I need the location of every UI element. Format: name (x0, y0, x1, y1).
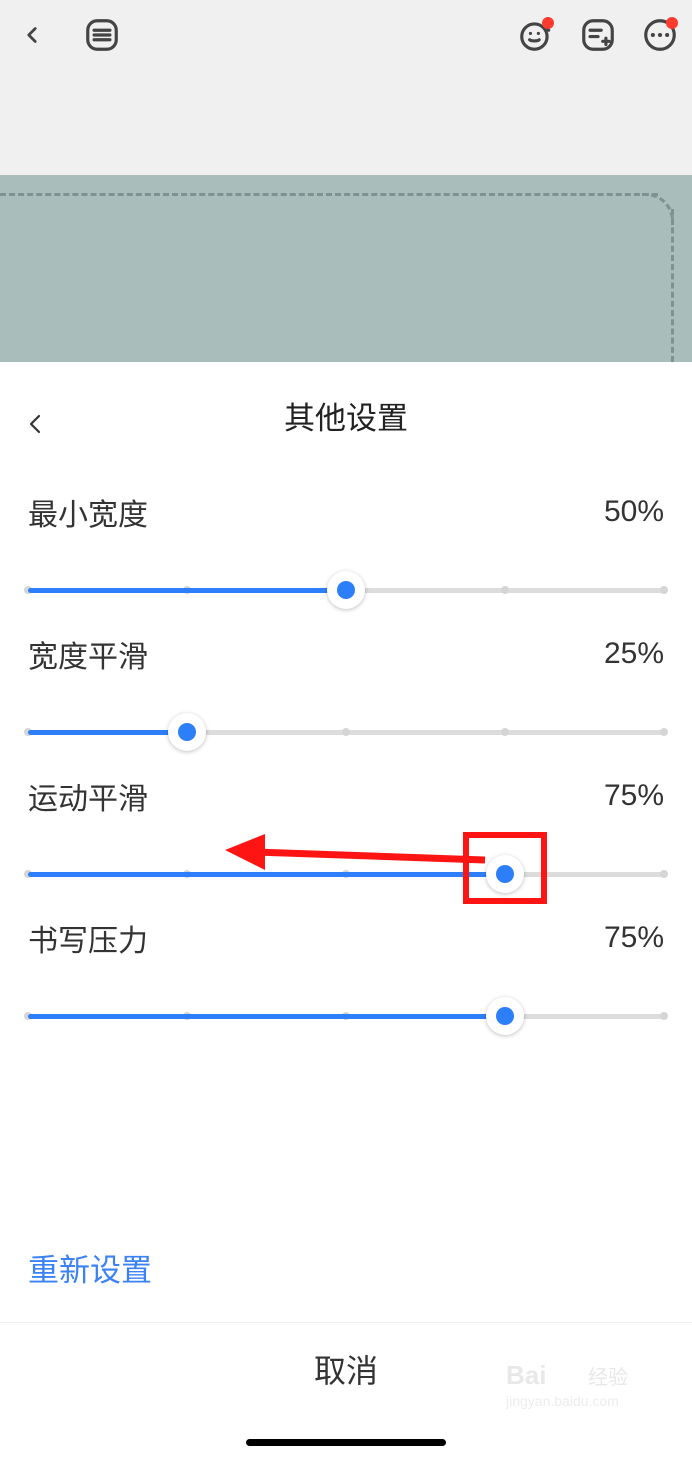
slider-value: 50% (604, 495, 664, 529)
home-indicator[interactable] (246, 1439, 446, 1446)
top-bar (0, 0, 692, 70)
list-button[interactable] (82, 15, 122, 55)
slider-rows: 最小宽度 50% 宽度平滑 25% 运动平滑 75% 书写压力 75% (0, 490, 692, 1036)
notification-dot (542, 17, 554, 29)
top-bar-right (516, 15, 680, 55)
slider-label-row: 书写压力 75% (28, 916, 664, 960)
canvas-preview (0, 175, 692, 363)
slider-tick (501, 728, 509, 736)
slider-label: 书写压力 (28, 916, 148, 960)
reset-button[interactable]: 重新设置 (28, 1245, 152, 1290)
slider-track[interactable] (28, 712, 664, 752)
sticker-button[interactable] (516, 15, 556, 55)
slider-thumb[interactable] (486, 855, 524, 893)
slider-value: 75% (604, 921, 664, 955)
slider-label: 运动平滑 (28, 774, 148, 818)
slider-track[interactable] (28, 570, 664, 610)
watermark: Bai 经验 jingyan.baidu.com (506, 1360, 686, 1412)
slider-row: 书写压力 75% (0, 916, 692, 1036)
slider-fill (28, 872, 505, 877)
slider-thumb[interactable] (327, 571, 365, 609)
slider-label-row: 运动平滑 75% (28, 774, 664, 818)
slider-row: 最小宽度 50% (0, 490, 692, 610)
slider-tick (501, 586, 509, 594)
slider-tick (660, 586, 668, 594)
slider-tick (660, 728, 668, 736)
slider-label: 最小宽度 (28, 490, 148, 534)
slider-thumb[interactable] (168, 713, 206, 751)
slider-fill (28, 730, 187, 735)
slider-track[interactable] (28, 996, 664, 1036)
background-spacer (0, 70, 692, 175)
svg-text:jingyan.baidu.com: jingyan.baidu.com (506, 1393, 619, 1409)
settings-panel: 其他设置 最小宽度 50% 宽度平滑 25% 运动平滑 75% 书写压力 75% 重新设置 (0, 363, 692, 1322)
slider-label: 宽度平滑 (28, 632, 148, 676)
slider-row: 宽度平滑 25% (0, 632, 692, 752)
slider-fill (28, 1014, 505, 1019)
slider-value: 75% (604, 779, 664, 813)
slider-thumb[interactable] (486, 997, 524, 1035)
slider-row: 运动平滑 75% (0, 774, 692, 894)
notification-dot (666, 17, 678, 29)
more-button[interactable] (640, 15, 680, 55)
svg-text:经验: 经验 (588, 1366, 628, 1389)
svg-text:Bai: Bai (506, 1360, 546, 1390)
slider-track[interactable] (28, 854, 664, 894)
panel-header: 其他设置 (0, 363, 692, 468)
slider-tick (660, 1012, 668, 1020)
back-button[interactable] (12, 15, 52, 55)
slider-value: 25% (604, 637, 664, 671)
home-indicator-area (0, 1415, 692, 1470)
canvas-guide-horizontal (0, 193, 658, 196)
canvas-guide-corner (642, 193, 674, 225)
panel-title: 其他设置 (0, 393, 692, 438)
slider-tick (342, 728, 350, 736)
slider-fill (28, 588, 346, 593)
canvas-guide-vertical (671, 209, 674, 362)
slider-tick (660, 870, 668, 878)
slider-label-row: 最小宽度 50% (28, 490, 664, 534)
slider-label-row: 宽度平滑 25% (28, 632, 664, 676)
top-bar-left (12, 15, 122, 55)
add-note-button[interactable] (578, 15, 618, 55)
